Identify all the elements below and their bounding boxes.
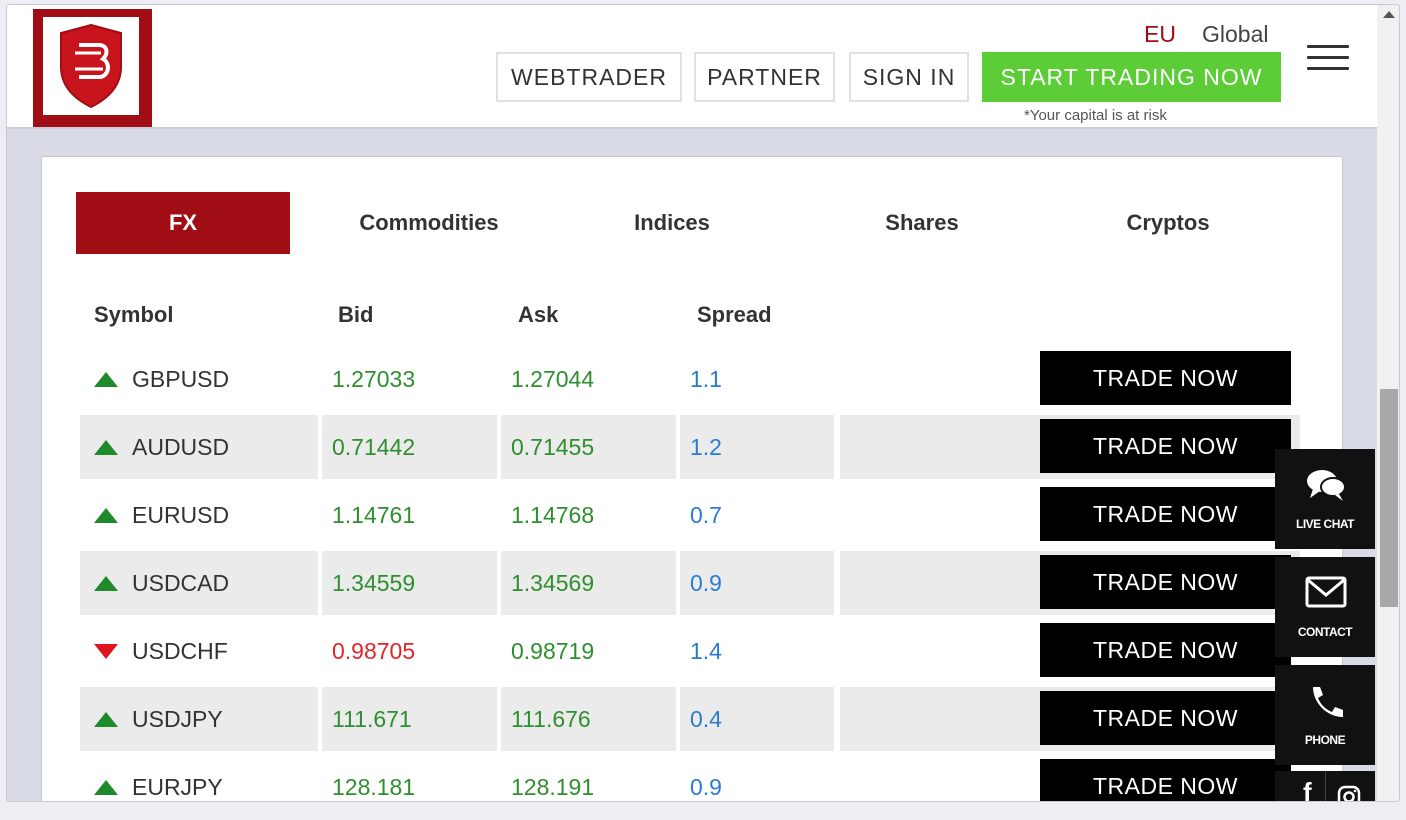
quotes-panel: FX Commodities Indices Shares Cryptos Sy… — [41, 156, 1343, 801]
region-eu-link[interactable]: EU — [1144, 21, 1176, 48]
phone-label: PHONE — [1304, 733, 1346, 747]
partner-button[interactable]: PARTNER — [694, 52, 835, 102]
live-chat-widget[interactable]: LIVE CHAT — [1275, 449, 1375, 549]
bid-cell: 0.71442 — [322, 415, 497, 479]
symbol-name: EURJPY — [132, 773, 223, 800]
table-row: EURJPY 128.181 128.191 0.9 TRADE NOW — [80, 755, 1302, 801]
tab-indices[interactable]: Indices — [582, 192, 762, 254]
symbol-cell: AUDUSD — [80, 415, 318, 479]
capital-risk-note: *Your capital is at risk — [1024, 107, 1167, 124]
contact-widget[interactable]: CONTACT — [1275, 557, 1375, 657]
table-row: EURUSD 1.14761 1.14768 0.7 TRADE NOW — [80, 483, 1302, 547]
ask-cell: 128.191 — [511, 773, 595, 800]
bid-cell: 111.671 — [322, 687, 497, 751]
symbol-cell: EURUSD — [80, 483, 318, 547]
ask-cell: 1.14768 — [511, 501, 595, 528]
hamburger-line — [1307, 45, 1349, 48]
trade-now-button[interactable]: TRADE NOW — [1040, 487, 1291, 541]
region-global-link[interactable]: Global — [1202, 21, 1268, 48]
symbol-name: AUDUSD — [132, 433, 230, 460]
symbol-name: EURUSD — [132, 501, 230, 528]
up-arrow-icon — [94, 372, 118, 387]
social-links: f — [1275, 771, 1375, 802]
bid-cell: 1.34559 — [322, 551, 497, 615]
contact-label: CONTACT — [1297, 625, 1353, 639]
up-arrow-icon — [94, 440, 118, 455]
sign-in-button[interactable]: SIGN IN — [849, 52, 969, 102]
trade-now-button[interactable]: TRADE NOW — [1040, 555, 1291, 609]
tab-commodities[interactable]: Commodities — [324, 192, 534, 254]
symbol-cell: USDJPY — [80, 687, 318, 751]
up-arrow-icon — [94, 576, 118, 591]
trade-now-button[interactable]: TRADE NOW — [1040, 623, 1291, 677]
phone-widget[interactable]: PHONE — [1275, 665, 1375, 765]
start-trading-button[interactable]: START TRADING NOW — [982, 52, 1281, 102]
down-arrow-icon — [94, 644, 118, 659]
trade-now-button[interactable]: TRADE NOW — [1040, 691, 1291, 745]
up-arrow-icon — [94, 508, 118, 523]
trade-now-button[interactable]: TRADE NOW — [1040, 419, 1291, 473]
spread-cell: 0.9 — [690, 773, 722, 800]
trade-now-button[interactable]: TRADE NOW — [1040, 759, 1291, 801]
ask-cell: 111.676 — [501, 687, 676, 751]
live-chat-label: LIVE CHAT — [1296, 517, 1354, 531]
table-row: USDCHF 0.98705 0.98719 1.4 TRADE NOW — [80, 619, 1302, 683]
table-row: USDJPY 111.671 111.676 0.4 TRADE NOW — [80, 687, 1302, 751]
phone-icon — [1313, 687, 1343, 717]
logo-background — [43, 17, 139, 115]
tab-cryptos[interactable]: Cryptos — [1078, 192, 1258, 254]
spread-cell: 0.9 — [680, 551, 834, 615]
hamburger-line — [1307, 56, 1349, 59]
table-row: USDCAD 1.34559 1.34569 0.9 TRADE NOW — [80, 551, 1302, 615]
facebook-icon[interactable]: f — [1303, 777, 1312, 801]
bid-cell: 0.98705 — [332, 637, 416, 664]
bid-cell: 1.27033 — [332, 365, 416, 392]
trade-now-button[interactable]: TRADE NOW — [1040, 351, 1291, 405]
up-arrow-icon — [94, 780, 118, 795]
bid-cell: 128.181 — [332, 773, 416, 800]
webtrader-button[interactable]: WEBTRADER — [496, 52, 682, 102]
hamburger-line — [1307, 67, 1349, 70]
social-divider — [1325, 771, 1326, 801]
symbol-name: USDCAD — [132, 569, 230, 596]
ask-cell: 1.27044 — [511, 365, 595, 392]
chat-bubbles-icon — [1307, 470, 1346, 501]
tab-shares[interactable]: Shares — [832, 192, 1012, 254]
column-header-spread: Spread — [697, 302, 772, 327]
brand-shield-logo-icon — [60, 23, 122, 109]
envelope-icon — [1305, 576, 1347, 608]
column-header-ask: Ask — [518, 302, 559, 327]
table-row: AUDUSD 0.71442 0.71455 1.2 TRADE NOW — [80, 415, 1302, 479]
hamburger-icon[interactable] — [1307, 45, 1349, 71]
symbol-cell: EURJPY — [80, 755, 318, 801]
spread-cell: 0.4 — [680, 687, 834, 751]
instagram-icon[interactable] — [1337, 785, 1361, 802]
site-header: EU Global WEBTRADER PARTNER SIGN IN STAR… — [7, 5, 1377, 129]
spread-cell: 1.4 — [690, 637, 722, 664]
ask-cell: 0.71455 — [501, 415, 676, 479]
symbol-name: GBPUSD — [132, 365, 230, 392]
symbol-cell: GBPUSD — [80, 347, 318, 411]
table-row: GBPUSD 1.27033 1.27044 1.1 TRADE NOW — [80, 347, 1302, 411]
column-header-bid: Bid — [338, 302, 374, 327]
ask-cell: 0.98719 — [511, 637, 595, 664]
symbol-cell: USDCHF — [80, 619, 318, 683]
up-arrow-icon — [94, 712, 118, 727]
column-header-symbol: Symbol — [94, 302, 174, 327]
page-scrollbar[interactable] — [1377, 5, 1399, 801]
scroll-thumb[interactable] — [1380, 389, 1398, 607]
ask-cell: 1.34569 — [501, 551, 676, 615]
tab-fx[interactable]: FX — [76, 192, 290, 254]
scroll-up-arrow-icon[interactable] — [1383, 11, 1395, 18]
spread-cell: 0.7 — [690, 501, 722, 528]
bid-cell: 1.14761 — [332, 501, 416, 528]
symbol-cell: USDCAD — [80, 551, 318, 615]
brand-logo[interactable] — [33, 9, 152, 127]
spread-cell: 1.2 — [680, 415, 834, 479]
symbol-name: USDCHF — [132, 637, 228, 664]
spread-cell: 1.1 — [690, 365, 722, 392]
browser-viewport: EU Global WEBTRADER PARTNER SIGN IN STAR… — [6, 4, 1400, 802]
symbol-name: USDJPY — [132, 705, 223, 732]
